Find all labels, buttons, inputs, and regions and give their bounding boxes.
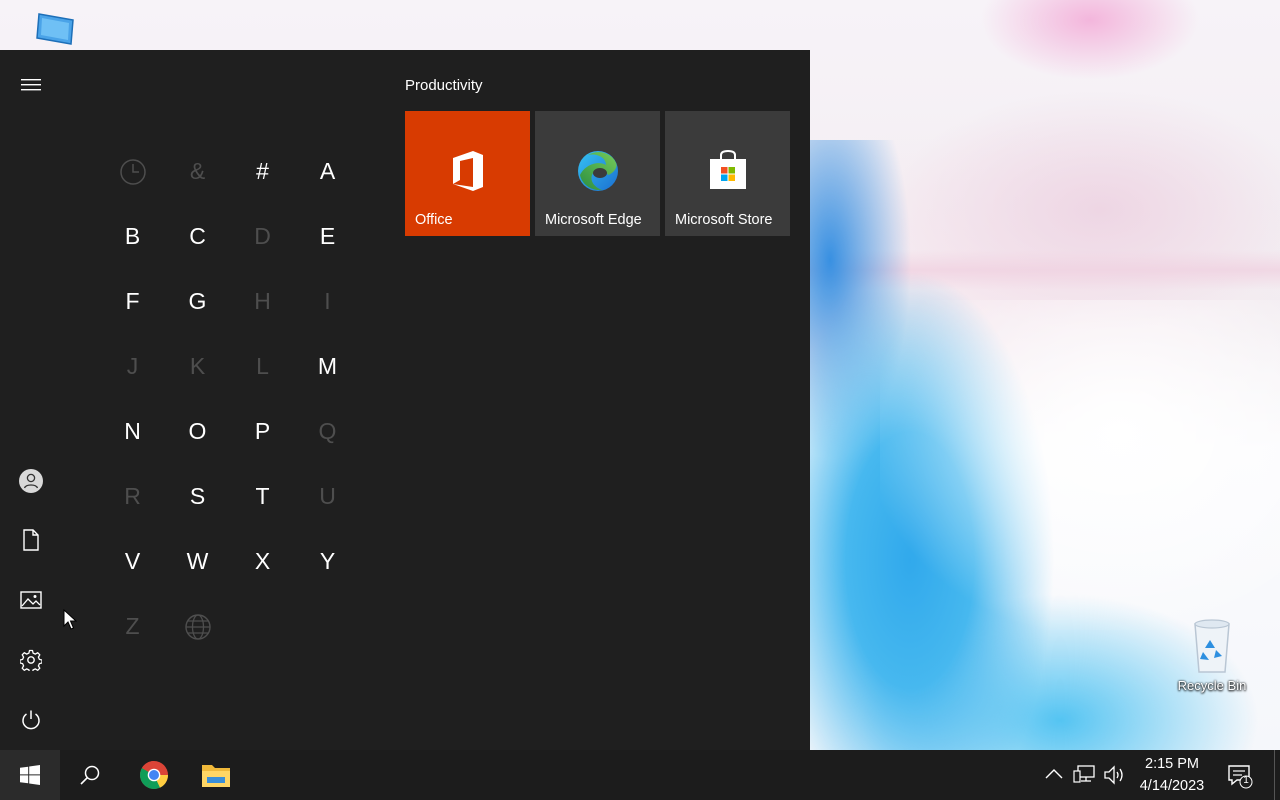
hamburger-menu-icon bbox=[21, 79, 41, 91]
jump-letter[interactable]: M bbox=[295, 334, 360, 399]
jump-letter: Q bbox=[318, 418, 337, 444]
tile-microsoft-store[interactable]: Microsoft Store bbox=[665, 111, 790, 236]
action-center-button[interactable]: 1 bbox=[1227, 763, 1253, 794]
tile-microsoft-store-label: Microsoft Store bbox=[675, 212, 773, 228]
jump-letter[interactable]: V bbox=[100, 529, 165, 594]
tile-office-label: Office bbox=[415, 212, 453, 228]
mouse-pointer-icon bbox=[63, 609, 77, 630]
user-account-button[interactable] bbox=[0, 453, 62, 509]
show-desktop-divider[interactable] bbox=[1274, 750, 1275, 800]
jump-letter[interactable]: X bbox=[230, 529, 295, 594]
jump-letter[interactable]: P bbox=[230, 399, 295, 464]
documents-button[interactable] bbox=[0, 512, 62, 568]
recent-clock-icon bbox=[119, 158, 147, 186]
search-icon bbox=[80, 765, 100, 785]
jump-letter[interactable]: Y bbox=[295, 529, 360, 594]
jump-letter[interactable]: G bbox=[165, 269, 230, 334]
chrome-icon bbox=[140, 761, 168, 789]
start-button[interactable] bbox=[0, 750, 60, 800]
settings-button[interactable] bbox=[0, 632, 62, 688]
clock-time: 2:15 PM bbox=[1145, 756, 1199, 772]
taskbar: 2:15 PM 4/14/2023 1 bbox=[0, 750, 1280, 800]
volume-icon bbox=[1104, 765, 1123, 785]
jump-letter[interactable]: B bbox=[100, 204, 165, 269]
pictures-icon bbox=[20, 591, 42, 609]
this-pc-icon bbox=[36, 13, 74, 45]
jump-letter[interactable]: F bbox=[100, 269, 165, 334]
jump-letter[interactable]: W bbox=[165, 529, 230, 594]
start-menu-rail bbox=[0, 50, 62, 750]
jump-letter[interactable]: C bbox=[165, 204, 230, 269]
jump-letter: U bbox=[319, 483, 336, 509]
user-account-icon bbox=[19, 469, 43, 493]
jump-letter: L bbox=[256, 353, 269, 379]
recycle-bin-desktop-icon[interactable]: Recycle Bin bbox=[1168, 618, 1256, 693]
jump-letter: I bbox=[324, 288, 331, 314]
jump-letter[interactable]: # bbox=[230, 139, 295, 204]
taskbar-clock[interactable]: 2:15 PM 4/14/2023 bbox=[1130, 753, 1214, 797]
office-icon bbox=[405, 149, 530, 193]
jump-letter: D bbox=[254, 223, 271, 249]
power-icon bbox=[22, 710, 40, 730]
jump-letter[interactable]: O bbox=[165, 399, 230, 464]
start-menu: & # A B C D E F G H I J K L M N O P Q R S T U V W X Y Z Productivit… bbox=[0, 50, 810, 750]
chrome-taskbar-button[interactable] bbox=[124, 750, 184, 800]
network-button[interactable] bbox=[1073, 764, 1097, 791]
network-icon bbox=[1073, 765, 1095, 783]
jump-letter: & bbox=[189, 158, 206, 184]
edge-icon bbox=[535, 149, 660, 193]
settings-gear-icon bbox=[20, 649, 42, 671]
jump-letter[interactable]: S bbox=[165, 464, 230, 529]
tile-microsoft-edge-label: Microsoft Edge bbox=[545, 212, 642, 228]
volume-button[interactable] bbox=[1103, 764, 1127, 791]
recycle-bin-label: Recycle Bin bbox=[1177, 678, 1247, 693]
recent-clock-jump-item bbox=[100, 139, 165, 204]
globe-icon bbox=[184, 613, 212, 641]
wallpaper-highlight bbox=[980, 0, 1200, 80]
this-pc-desktop-icon[interactable] bbox=[30, 12, 80, 50]
recycle-bin-icon bbox=[1189, 618, 1235, 674]
file-explorer-icon bbox=[202, 765, 230, 787]
jump-letter: Z bbox=[125, 613, 140, 639]
file-explorer-taskbar-button[interactable] bbox=[186, 750, 246, 800]
jump-letter[interactable]: T bbox=[230, 464, 295, 529]
search-button[interactable] bbox=[60, 750, 120, 800]
tile-group-title: Productivity bbox=[405, 77, 483, 94]
expand-menu-button[interactable] bbox=[0, 57, 62, 113]
store-icon bbox=[665, 149, 790, 191]
show-hidden-icons-button[interactable] bbox=[1044, 766, 1064, 787]
jump-letter: R bbox=[124, 483, 141, 509]
power-button[interactable] bbox=[0, 692, 62, 748]
tile-microsoft-edge[interactable]: Microsoft Edge bbox=[535, 111, 660, 236]
globe-jump-item bbox=[165, 594, 230, 659]
show-hidden-icons-chevron bbox=[1045, 769, 1063, 779]
windows-start-icon bbox=[20, 765, 40, 785]
clock-date: 4/14/2023 bbox=[1139, 778, 1205, 794]
jump-letter: K bbox=[189, 353, 206, 379]
documents-icon bbox=[23, 529, 39, 551]
jump-letter[interactable]: N bbox=[100, 399, 165, 464]
pictures-button[interactable] bbox=[0, 572, 62, 628]
jump-letter[interactable]: E bbox=[295, 204, 360, 269]
jump-letter: J bbox=[126, 353, 139, 379]
wallpaper-glow bbox=[880, 300, 1280, 630]
jump-letter: H bbox=[254, 288, 271, 314]
tile-office[interactable]: Office bbox=[405, 111, 530, 236]
notification-count-badge: 1 bbox=[1243, 775, 1249, 786]
jump-letter[interactable]: A bbox=[295, 139, 360, 204]
